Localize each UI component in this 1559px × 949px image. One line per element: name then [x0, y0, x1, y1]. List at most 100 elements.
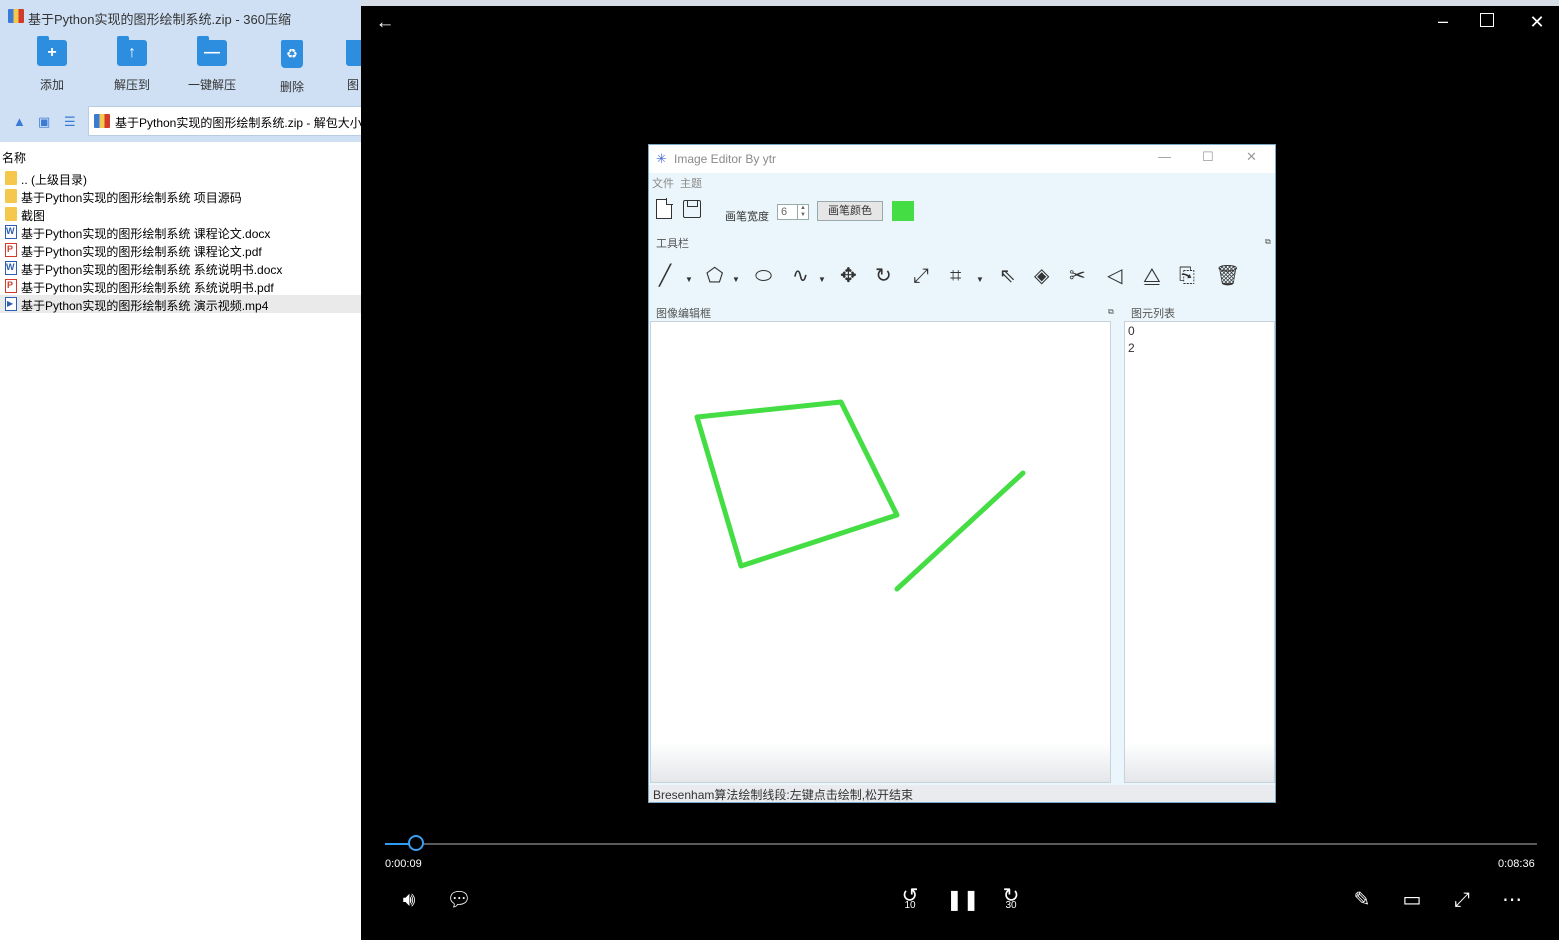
column-header-label: 名称: [2, 151, 27, 165]
seek-thumb[interactable]: [408, 835, 424, 851]
skip-forward-button[interactable]: ↻ 30: [997, 886, 1025, 916]
file-row[interactable]: .. (上级目录): [0, 169, 361, 187]
maximize-icon[interactable]: [1480, 13, 1494, 27]
archiver-title: 基于Python实现的图形绘制系统.zip - 360压缩: [28, 12, 291, 27]
mini-view-icon[interactable]: ▭: [1398, 886, 1426, 914]
file-name: 截图: [21, 209, 46, 223]
ellipse-tool-icon[interactable]: ⬭: [755, 263, 772, 289]
video-player: ← – ✕ ✳ Image Editor By ytr — ☐ ✕ 文件 主题 …: [361, 6, 1559, 940]
delete-button[interactable]: ♻ 删除: [260, 40, 324, 96]
curve-tool-icon[interactable]: ∿: [792, 263, 809, 289]
more-tool-button[interactable]: 图: [328, 40, 361, 96]
fullscreen-icon[interactable]: ⤢: [1448, 886, 1476, 914]
file-row[interactable]: 基于Python实现的图形绘制系统 课程论文.pdf: [0, 241, 361, 259]
drawing-canvas[interactable]: [650, 321, 1111, 783]
pen-color-swatch[interactable]: [892, 201, 914, 221]
mp4-file-icon: [5, 297, 17, 311]
seek-bar[interactable]: [385, 843, 1537, 845]
select-tool-icon[interactable]: ⇖: [999, 263, 1016, 289]
file-row[interactable]: 基于Python实现的图形绘制系统 系统说明书.pdf: [0, 277, 361, 295]
copy-tool-icon[interactable]: ⎘: [1179, 263, 1195, 289]
file-row[interactable]: 截图: [0, 205, 361, 223]
archiver-toolbar: + 添加 ↑ 解压到 — 一键解压 ♻ 删除 图: [0, 32, 361, 100]
save-icon[interactable]: [683, 200, 701, 218]
one-click-extract-button[interactable]: — 一键解压: [180, 36, 244, 96]
editor-close-icon[interactable]: ✕: [1246, 149, 1257, 165]
file-row[interactable]: 基于Python实现的图形绘制系统 系统说明书.docx: [0, 259, 361, 277]
column-header-name[interactable]: 名称: [0, 146, 361, 166]
skip-back-seconds: 10: [904, 900, 916, 911]
primitive-item[interactable]: 2: [1128, 341, 1135, 355]
path-field[interactable]: 基于Python实现的图形绘制系统.zip - 解包大小: [88, 106, 362, 136]
editor-tool-row: ╱ ▼ ⬠ ▼ ⬭ ∿ ▼ ✥ ↻ ⤢ ⌗ ▼ ⇖ ◈ ✂ ◁ ⧋ ⎘ 🗑: [649, 249, 1275, 301]
volume-icon[interactable]: 🔊︎: [395, 886, 423, 914]
more-options-icon[interactable]: ⋯: [1498, 886, 1526, 914]
folder-file-icon: [5, 189, 17, 203]
add-button-label: 添加: [39, 78, 64, 92]
file-row[interactable]: 基于Python实现的图形绘制系统 课程论文.docx: [0, 223, 361, 241]
primitive-list[interactable]: 0 2: [1124, 321, 1275, 783]
path-text: 基于Python实现的图形绘制系统.zip - 解包大小: [115, 116, 362, 130]
pause-icon[interactable]: ❚❚: [946, 886, 980, 914]
add-button[interactable]: + 添加: [20, 36, 84, 96]
new-file-icon[interactable]: [656, 198, 673, 219]
dock-float-icon[interactable]: ⧉: [1108, 307, 1114, 317]
pen-width-spinbox[interactable]: 6 ▲ ▼: [777, 204, 809, 220]
editor-menu-bar: 文件 主题: [649, 173, 1275, 191]
dock-float-icon[interactable]: ⧉: [1265, 237, 1271, 247]
fill-tool-icon[interactable]: ◈: [1034, 263, 1049, 289]
recycle-bin-icon: ♻: [281, 40, 303, 68]
file-name: 基于Python实现的图形绘制系统 演示视频.mp4: [21, 299, 269, 313]
thumbnail-view-icon[interactable]: ▣: [38, 114, 50, 130]
mirror-tool-icon[interactable]: ⧋: [1143, 263, 1161, 289]
total-time: 0:08:36: [1498, 858, 1535, 870]
archiver-window: 基于Python实现的图形绘制系统.zip - 360压缩 + 添加 ↑ 解压到…: [0, 0, 362, 949]
more-tool-icon: [346, 40, 361, 66]
up-arrow-icon[interactable]: ▲: [13, 114, 26, 129]
dropdown-arrow-icon[interactable]: ▼: [732, 275, 740, 284]
menu-theme[interactable]: 主题: [680, 175, 702, 191]
file-row[interactable]: 基于Python实现的图形绘制系统 项目源码: [0, 187, 361, 205]
file-name: 基于Python实现的图形绘制系统 课程论文.pdf: [21, 245, 262, 259]
editor-maximize-icon[interactable]: ☐: [1202, 149, 1214, 165]
archiver-title-bar: 基于Python实现的图形绘制系统.zip - 360压缩: [0, 0, 361, 32]
clip-tool-icon[interactable]: ⌗: [950, 263, 961, 289]
pencil-icon[interactable]: ✎: [1348, 886, 1376, 914]
zip-file-icon: [8, 9, 24, 23]
captions-icon[interactable]: 💬︎: [445, 886, 473, 914]
minimize-icon[interactable]: –: [1431, 11, 1455, 31]
file-name: .. (上级目录): [21, 173, 87, 187]
back-arrow-icon[interactable]: ←: [373, 13, 397, 33]
one-click-extract-icon: —: [197, 36, 227, 66]
pen-width-label: 画笔宽度: [725, 211, 769, 223]
extract-to-icon: ↑: [117, 36, 147, 66]
menu-file[interactable]: 文件: [652, 175, 674, 191]
zip-file-icon: [94, 114, 110, 128]
scale-tool-icon[interactable]: ⤢: [913, 263, 929, 289]
close-icon[interactable]: ✕: [1525, 12, 1549, 32]
primitive-item[interactable]: 0: [1128, 324, 1135, 338]
cut-tool-icon[interactable]: ✂: [1069, 263, 1086, 289]
extract-to-button[interactable]: ↑ 解压到: [100, 36, 164, 96]
editor-logo-icon: ✳: [656, 151, 667, 166]
pen-color-button[interactable]: 画笔颜色: [817, 201, 883, 221]
canvas-drawing: [694, 399, 1026, 592]
delete-tool-icon[interactable]: 🗑: [1215, 263, 1240, 289]
dropdown-arrow-icon[interactable]: ▼: [818, 275, 826, 284]
flip-horizontal-icon[interactable]: ◁: [1107, 263, 1122, 289]
delete-label: 删除: [279, 80, 304, 94]
status-text: Bresenham算法绘制线段:左键点击绘制,松开结束: [653, 788, 914, 802]
editor-minimize-icon[interactable]: —: [1158, 149, 1171, 164]
dropdown-arrow-icon[interactable]: ▼: [685, 275, 693, 284]
rotate-tool-icon[interactable]: ↻: [875, 263, 892, 289]
more-tool-label: 图: [347, 78, 360, 92]
list-view-icon[interactable]: ☰: [64, 114, 76, 130]
line-tool-icon[interactable]: ╱: [659, 263, 671, 289]
polygon-tool-icon[interactable]: ⬠: [706, 263, 723, 289]
dropdown-arrow-icon[interactable]: ▼: [976, 275, 984, 284]
skip-back-button[interactable]: ↺ 10: [896, 886, 924, 916]
spin-arrows-icon[interactable]: ▲ ▼: [797, 205, 808, 219]
add-folder-icon: +: [37, 36, 67, 66]
move-tool-icon[interactable]: ✥: [840, 263, 857, 289]
file-row[interactable]: 基于Python实现的图形绘制系统 演示视频.mp4: [0, 295, 361, 313]
